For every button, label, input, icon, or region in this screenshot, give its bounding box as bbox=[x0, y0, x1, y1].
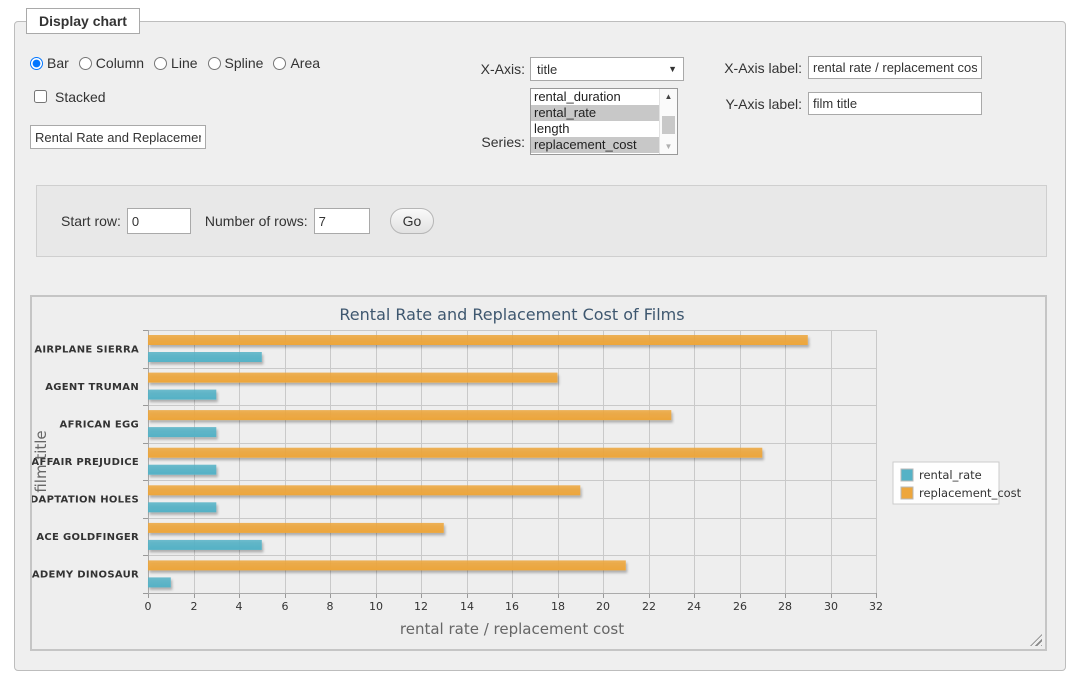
svg-text:10: 10 bbox=[369, 600, 383, 613]
svg-text:8: 8 bbox=[327, 600, 334, 613]
x-axis-selected-value: title bbox=[537, 62, 557, 77]
x-axis-label-caption: X-Axis label: bbox=[712, 60, 802, 76]
svg-text:18: 18 bbox=[551, 600, 565, 613]
chart-legend: rental_rate replacement_cost bbox=[893, 462, 1022, 504]
legend-item-replacement_cost[interactable]: replacement_cost bbox=[901, 486, 1022, 500]
number-of-rows-label: Number of rows: bbox=[205, 213, 308, 229]
bar-replacement_cost bbox=[148, 410, 671, 420]
chart-type-label: Area bbox=[290, 55, 320, 71]
stacked-label: Stacked bbox=[55, 89, 106, 105]
svg-text:16: 16 bbox=[505, 600, 519, 613]
stacked-checkbox[interactable] bbox=[34, 90, 47, 103]
svg-text:AFRICAN EGG: AFRICAN EGG bbox=[60, 419, 139, 430]
chart-type-label: Spline bbox=[225, 55, 264, 71]
chart-type-option-bar: Bar bbox=[30, 55, 69, 71]
x-axis-label-text: X-Axis: bbox=[455, 61, 525, 77]
bar-replacement_cost bbox=[148, 448, 762, 458]
chart-type-radio-line[interactable] bbox=[154, 57, 167, 70]
bar-replacement_cost bbox=[148, 560, 626, 570]
gridlines bbox=[148, 330, 877, 594]
series-scrollbar[interactable]: ▲ ▼ bbox=[659, 89, 677, 154]
bar-rental_rate bbox=[148, 427, 216, 437]
plot-area bbox=[148, 335, 808, 587]
svg-text:20: 20 bbox=[596, 600, 610, 613]
series-option-replacement_cost[interactable]: replacement_cost bbox=[531, 137, 660, 153]
bar-replacement_cost bbox=[148, 373, 558, 383]
bar-replacement_cost bbox=[148, 485, 580, 495]
scroll-down-icon[interactable]: ▼ bbox=[660, 139, 677, 154]
chart-title-input[interactable] bbox=[30, 125, 206, 149]
svg-text:ACE GOLDFINGER: ACE GOLDFINGER bbox=[36, 532, 139, 543]
svg-text:replacement_cost: replacement_cost bbox=[919, 486, 1022, 500]
svg-text:24: 24 bbox=[687, 600, 701, 613]
chart-type-option-spline: Spline bbox=[208, 55, 264, 71]
series-option-rental_duration[interactable]: rental_duration bbox=[531, 89, 660, 105]
chart-type-radio-spline[interactable] bbox=[208, 57, 221, 70]
chart-type-option-area: Area bbox=[273, 55, 320, 71]
svg-text:30: 30 bbox=[824, 600, 838, 613]
chart-type-label: Line bbox=[171, 55, 197, 71]
x-tick-labels: 02468101214161820222426283032 bbox=[145, 600, 884, 613]
svg-text:12: 12 bbox=[414, 600, 428, 613]
x-axis-select[interactable]: title ▼ bbox=[530, 57, 684, 81]
svg-text:26: 26 bbox=[733, 600, 747, 613]
svg-text:14: 14 bbox=[460, 600, 474, 613]
scroll-up-icon[interactable]: ▲ bbox=[660, 89, 677, 104]
chart-type-radio-bar[interactable] bbox=[30, 57, 43, 70]
x-axis-title: rental rate / replacement cost bbox=[400, 620, 624, 638]
stacked-checkbox-row: Stacked bbox=[30, 87, 106, 106]
svg-text:28: 28 bbox=[778, 600, 792, 613]
svg-text:ACADEMY DINOSAUR: ACADEMY DINOSAUR bbox=[32, 570, 139, 581]
series-option-length[interactable]: length bbox=[531, 121, 660, 137]
bar-chart: AIRPLANE SIERRAAGENT TRUMANAFRICAN EGGAF… bbox=[32, 297, 1045, 654]
x-axis-label-input[interactable] bbox=[808, 56, 982, 79]
y-axis-title: film title bbox=[32, 430, 50, 492]
bar-rental_rate bbox=[148, 540, 262, 550]
number-of-rows-input[interactable] bbox=[314, 208, 370, 234]
chart-type-option-line: Line bbox=[154, 55, 197, 71]
start-row-label: Start row: bbox=[61, 213, 121, 229]
svg-text:4: 4 bbox=[236, 600, 243, 613]
chart-type-radio-column[interactable] bbox=[79, 57, 92, 70]
axis-ticks bbox=[143, 330, 877, 598]
chart-title: Rental Rate and Replacement Cost of Film… bbox=[339, 305, 684, 324]
series-label-text: Series: bbox=[455, 134, 525, 150]
bar-replacement_cost bbox=[148, 335, 808, 345]
svg-text:32: 32 bbox=[869, 600, 883, 613]
start-row-input[interactable] bbox=[127, 208, 191, 234]
chart-type-label: Column bbox=[96, 55, 144, 71]
bar-rental_rate bbox=[148, 390, 216, 400]
scrollbar-thumb[interactable] bbox=[662, 116, 675, 134]
chart-type-option-column: Column bbox=[79, 55, 144, 71]
y-axis-label-input[interactable] bbox=[808, 92, 982, 115]
bar-rental_rate bbox=[148, 577, 171, 587]
legend-item-rental_rate[interactable]: rental_rate bbox=[901, 468, 982, 482]
svg-text:rental_rate: rental_rate bbox=[919, 468, 982, 482]
bar-rental_rate bbox=[148, 465, 216, 475]
series-multiselect[interactable]: rental_durationrental_ratelengthreplacem… bbox=[530, 88, 678, 155]
svg-text:22: 22 bbox=[642, 600, 656, 613]
select-arrow-icon: ▼ bbox=[668, 64, 677, 74]
chart-type-radio-area[interactable] bbox=[273, 57, 286, 70]
svg-text:2: 2 bbox=[191, 600, 198, 613]
go-button[interactable]: Go bbox=[390, 208, 435, 234]
series-options: rental_durationrental_ratelengthreplacem… bbox=[531, 89, 660, 154]
svg-text:AIRPLANE SIERRA: AIRPLANE SIERRA bbox=[34, 344, 139, 355]
chart-container: AIRPLANE SIERRAAGENT TRUMANAFRICAN EGGAF… bbox=[30, 295, 1047, 651]
fieldset-legend: Display chart bbox=[26, 8, 140, 34]
svg-text:AGENT TRUMAN: AGENT TRUMAN bbox=[45, 382, 139, 393]
svg-text:6: 6 bbox=[282, 600, 289, 613]
bar-replacement_cost bbox=[148, 523, 444, 533]
bar-rental_rate bbox=[148, 352, 262, 362]
bar-rental_rate bbox=[148, 502, 216, 512]
series-option-rental_rate[interactable]: rental_rate bbox=[531, 105, 660, 121]
app-root: Display chart Bar Column Line Spline Area St… bbox=[0, 0, 1081, 681]
svg-text:ADAPTATION HOLES: ADAPTATION HOLES bbox=[32, 495, 139, 506]
chart-type-label: Bar bbox=[47, 55, 69, 71]
y-axis-label-caption: Y-Axis label: bbox=[712, 96, 802, 112]
row-range-panel: Start row: Number of rows: Go bbox=[36, 185, 1047, 257]
chart-type-radio-group: Bar Column Line Spline Area bbox=[30, 55, 320, 71]
svg-text:0: 0 bbox=[145, 600, 152, 613]
